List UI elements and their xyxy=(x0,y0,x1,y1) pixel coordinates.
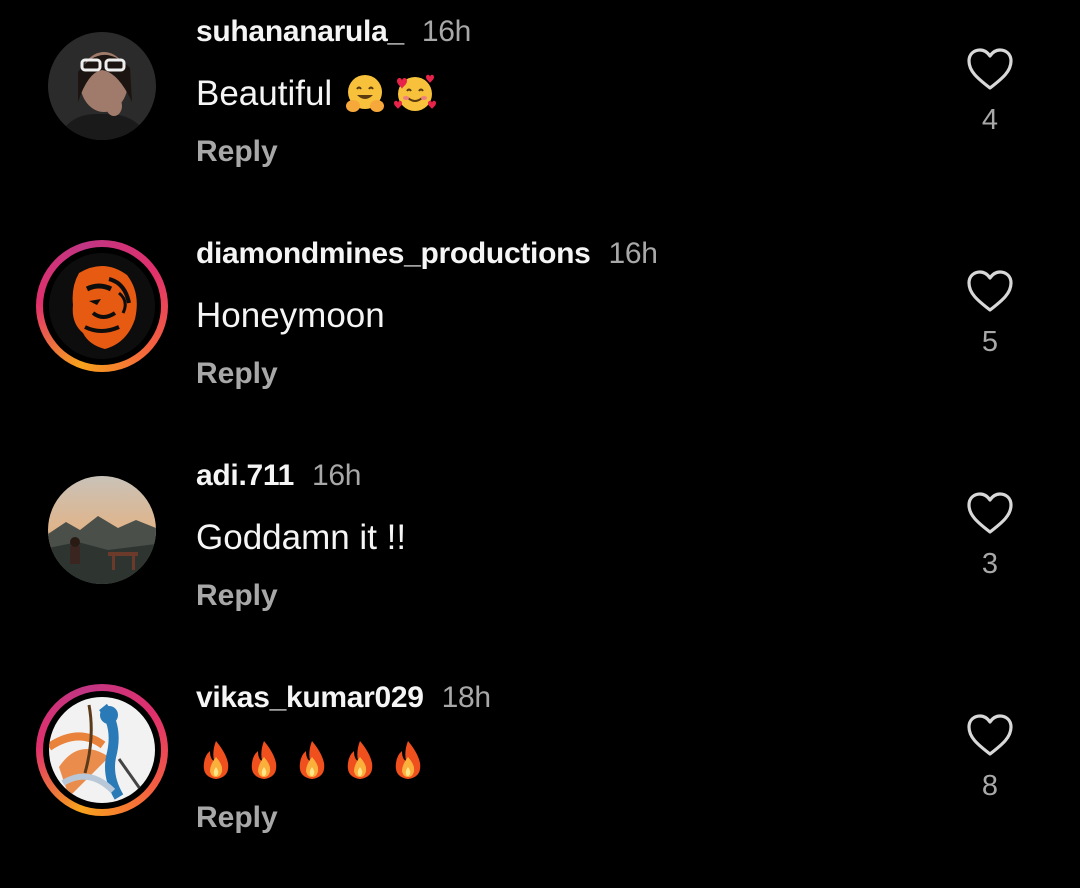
comment-text-content: Beautiful xyxy=(196,74,333,113)
smiling-face-with-hearts-icon xyxy=(394,74,437,111)
like-control: 8 xyxy=(962,712,1018,802)
fire-icon xyxy=(203,741,229,779)
avatar-image xyxy=(49,253,155,359)
heart-icon[interactable] xyxy=(965,490,1015,536)
emoji-group xyxy=(344,73,438,115)
avatar-image xyxy=(48,476,156,584)
like-control: 4 xyxy=(962,46,1018,136)
timestamp: 16h xyxy=(311,459,362,492)
reply-button[interactable]: Reply xyxy=(196,134,471,170)
reply-button[interactable]: Reply xyxy=(196,800,491,836)
avatar-ring-gap xyxy=(43,247,161,365)
avatar-story-ring[interactable] xyxy=(36,684,168,816)
like-count: 8 xyxy=(981,770,999,802)
timestamp: 16h xyxy=(421,15,471,48)
reply-button[interactable]: Reply xyxy=(196,578,406,614)
heart-icon[interactable] xyxy=(965,268,1015,314)
comment-header: adi.711 16h xyxy=(196,458,406,494)
username[interactable]: adi.711 xyxy=(196,459,294,492)
avatar-image xyxy=(48,32,156,140)
like-count: 5 xyxy=(981,326,999,358)
username[interactable]: diamondmines_productions xyxy=(196,237,591,270)
username[interactable]: vikas_kumar029 xyxy=(196,681,424,714)
like-count: 3 xyxy=(981,548,999,580)
comment-text xyxy=(196,738,491,782)
comment-text: Beautiful xyxy=(196,72,471,116)
reply-button[interactable]: Reply xyxy=(196,356,658,392)
comment-item: vikas_kumar029 18h Reply 8 xyxy=(0,666,1080,888)
emoji-group xyxy=(196,739,428,781)
comment-header: diamondmines_productions 16h xyxy=(196,236,658,272)
fire-icon xyxy=(251,741,277,779)
avatar[interactable] xyxy=(48,32,156,140)
fire-icon xyxy=(395,741,421,779)
comment-text-content: Goddamn it !! xyxy=(196,518,407,557)
avatar[interactable] xyxy=(48,476,156,584)
heart-icon[interactable] xyxy=(965,712,1015,758)
like-control: 3 xyxy=(962,490,1018,580)
hugging-face-icon xyxy=(346,75,385,112)
heart-icon[interactable] xyxy=(965,46,1015,92)
like-count: 4 xyxy=(981,104,999,136)
comment-body: suhananarula_ 16h Beautiful Reply xyxy=(196,14,471,170)
timestamp: 18h xyxy=(441,681,491,714)
comment-body: adi.711 16h Goddamn it !! Reply xyxy=(196,458,406,614)
avatar-story-ring[interactable] xyxy=(36,240,168,372)
comment-item: suhananarula_ 16h Beautiful Reply 4 xyxy=(0,0,1080,222)
fire-icon xyxy=(299,741,325,779)
comment-item: adi.711 16h Goddamn it !! Reply 3 xyxy=(0,444,1080,666)
avatar-image xyxy=(49,697,155,803)
timestamp: 16h xyxy=(608,237,658,270)
avatar-ring-gap xyxy=(43,691,161,809)
fire-icon xyxy=(347,741,373,779)
comment-text: Goddamn it !! xyxy=(196,516,406,560)
comment-header: vikas_kumar029 18h xyxy=(196,680,491,716)
comment-body: vikas_kumar029 18h Reply xyxy=(196,680,491,836)
like-control: 5 xyxy=(962,268,1018,358)
comment-header: suhananarula_ 16h xyxy=(196,14,471,50)
comment-body: diamondmines_productions 16h Honeymoon Re… xyxy=(196,236,658,392)
comment-text: Honeymoon xyxy=(196,294,658,338)
comment-text-content: Honeymoon xyxy=(196,296,385,335)
comment-item: diamondmines_productions 16h Honeymoon Re… xyxy=(0,222,1080,444)
username[interactable]: suhananarula_ xyxy=(196,15,404,48)
